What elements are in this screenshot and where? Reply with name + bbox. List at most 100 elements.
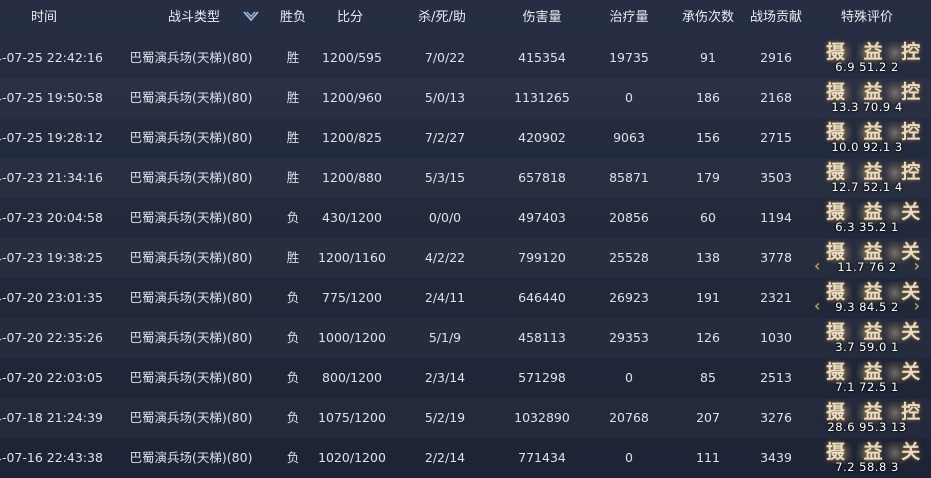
evaluation-numbers: 7.2 58.8 3 (835, 460, 899, 474)
table-row[interactable]: 4-07-20 23:01:35 巴蜀演兵场(天梯)(80) 负 775/1200 2/… (0, 278, 931, 318)
header-contribution: 战场贡献 (749, 10, 802, 25)
cell-evaluation: 摄 益 控 28.6 95.3 13 (812, 398, 922, 438)
cell-result: 负 (286, 370, 300, 385)
evaluation-numbers: 11.7 76 2 (837, 260, 897, 274)
evaluation-badge[interactable]: 摄 益 控 10.0 92.1 3 (812, 118, 922, 158)
cell-hits-taken: 111 (696, 450, 720, 465)
evaluation-numbers: 12.7 52.1 4 (831, 180, 903, 194)
cell-contribution: 2715 (760, 130, 792, 145)
cell-damage: 497403 (518, 210, 566, 225)
cell-hits-taken: 179 (696, 170, 720, 185)
cell-hits-taken: 60 (700, 210, 716, 225)
cell-damage: 799120 (518, 250, 566, 265)
header-type: 战斗类型 (167, 10, 220, 25)
table-row[interactable]: 4-07-20 22:35:26 巴蜀演兵场(天梯)(80) 负 1000/1200 5… (0, 318, 931, 358)
chevron-down-icon[interactable] (243, 10, 259, 24)
cell-time: 4-07-20 23:01:35 (0, 290, 103, 305)
evaluation-badge[interactable]: 摄 益 控 28.6 95.3 13 (812, 398, 922, 438)
cell-damage: 646440 (518, 290, 566, 305)
cell-hits-taken: 186 (696, 90, 720, 105)
table-row[interactable]: 4-07-18 21:24:39 巴蜀演兵场(天梯)(80) 负 1075/1200 5… (0, 398, 931, 438)
cell-battle-type: 巴蜀演兵场(天梯)(80) (129, 90, 253, 105)
cell-heal: 19735 (609, 50, 649, 65)
cell-contribution: 1030 (760, 330, 792, 345)
cell-damage: 771434 (518, 450, 566, 465)
header-result: 胜负 (279, 10, 306, 25)
cell-time: 4-07-25 22:42:16 (0, 50, 103, 65)
cell-battle-type: 巴蜀演兵场(天梯)(80) (129, 370, 253, 385)
table-row[interactable]: 4-07-23 20:04:58 巴蜀演兵场(天梯)(80) 负 430/1200 0/… (0, 198, 931, 238)
cell-heal: 0 (625, 450, 633, 465)
cell-kda: 7/2/27 (424, 130, 466, 145)
cell-score: 1200/595 (322, 50, 382, 65)
cell-evaluation: 摄 益 关 7.1 72.5 1 (812, 358, 922, 398)
cell-damage: 420902 (518, 130, 566, 145)
cell-contribution: 2916 (760, 50, 792, 65)
evaluation-badge[interactable]: ‹ › 摄 益 关 11.7 76 2 (812, 238, 922, 278)
cell-time: 4-07-18 21:24:39 (0, 410, 103, 425)
cell-evaluation: ‹ › 摄 益 关 11.7 76 2 (812, 238, 922, 278)
evaluation-numbers: 7.1 72.5 1 (835, 380, 899, 394)
evaluation-badge[interactable]: 摄 益 关 3.7 59.0 1 (812, 318, 922, 358)
cell-evaluation: 摄 益 关 6.3 35.2 1 (812, 198, 922, 238)
cell-score: 1000/1200 (318, 330, 386, 345)
table-row[interactable]: 4-07-20 22:03:05 巴蜀演兵场(天梯)(80) 负 800/1200 2/… (0, 358, 931, 398)
cell-kda: 4/2/22 (424, 250, 466, 265)
cell-kda: 2/3/14 (424, 370, 466, 385)
evaluation-badge[interactable]: 摄 益 控 6.9 51.2 2 (812, 38, 922, 78)
cell-result: 胜 (286, 50, 300, 65)
cell-kda: 2/4/11 (424, 290, 466, 305)
cell-damage: 657818 (518, 170, 566, 185)
cell-evaluation: 摄 益 关 3.7 59.0 1 (812, 318, 922, 358)
cell-result: 负 (286, 290, 300, 305)
cell-score: 800/1200 (322, 370, 382, 385)
cell-damage: 1032890 (514, 410, 570, 425)
cell-kda: 7/0/22 (424, 50, 466, 65)
cell-hits-taken: 156 (696, 130, 720, 145)
cell-evaluation: 摄 益 控 10.0 92.1 3 (812, 118, 922, 158)
evaluation-badge[interactable]: 摄 益 关 6.3 35.2 1 (812, 198, 922, 238)
table-row[interactable]: 4-07-23 21:34:16 巴蜀演兵场(天梯)(80) 胜 1200/880 5/… (0, 158, 931, 198)
evaluation-badge[interactable]: ‹ › 摄 益 关 9.3 84.5 2 (812, 278, 922, 318)
header-damage: 伤害量 (522, 10, 562, 25)
cell-hits-taken: 126 (696, 330, 720, 345)
cell-heal: 85871 (609, 170, 649, 185)
cell-result: 胜 (286, 250, 300, 265)
table-row[interactable]: 4-07-25 19:50:58 巴蜀演兵场(天梯)(80) 胜 1200/960 5/… (0, 78, 931, 118)
cell-time: 4-07-20 22:35:26 (0, 330, 103, 345)
cell-time: 4-07-25 19:50:58 (0, 90, 103, 105)
cell-heal: 20856 (609, 210, 649, 225)
cell-evaluation: 摄 益 控 13.3 70.9 4 (812, 78, 922, 118)
table-row[interactable]: 4-07-23 19:38:25 巴蜀演兵场(天梯)(80) 胜 1200/1160 4… (0, 238, 931, 278)
cell-time: 4-07-23 20:04:58 (0, 210, 103, 225)
cell-heal: 20768 (609, 410, 649, 425)
cell-damage: 415354 (518, 50, 566, 65)
cell-battle-type: 巴蜀演兵场(天梯)(80) (129, 130, 253, 145)
table-row[interactable]: 4-07-25 19:28:12 巴蜀演兵场(天梯)(80) 胜 1200/825 7/… (0, 118, 931, 158)
evaluation-numbers: 28.6 95.3 13 (827, 420, 907, 434)
cell-contribution: 3503 (760, 170, 792, 185)
cell-heal: 29353 (609, 330, 649, 345)
evaluation-badge[interactable]: 摄 益 关 7.1 72.5 1 (812, 358, 922, 398)
cell-battle-type: 巴蜀演兵场(天梯)(80) (129, 250, 253, 265)
cell-damage: 571298 (518, 370, 566, 385)
evaluation-badge[interactable]: 摄 益 关 7.2 58.8 3 (812, 438, 922, 478)
cell-hits-taken: 207 (696, 410, 720, 425)
table-row[interactable]: 4-07-16 22:43:38 巴蜀演兵场(天梯)(80) 负 1020/1200 2… (0, 438, 931, 478)
evaluation-badge[interactable]: 摄 益 控 13.3 70.9 4 (812, 78, 922, 118)
evaluation-badge[interactable]: 摄 益 控 12.7 52.1 4 (812, 158, 922, 198)
cell-battle-type: 巴蜀演兵场(天梯)(80) (129, 50, 253, 65)
cell-heal: 0 (625, 90, 633, 105)
cell-hits-taken: 138 (696, 250, 720, 265)
cell-contribution: 2168 (760, 90, 792, 105)
cell-damage: 458113 (518, 330, 566, 345)
cell-battle-type: 巴蜀演兵场(天梯)(80) (129, 450, 253, 465)
cell-battle-type: 巴蜀演兵场(天梯)(80) (129, 330, 253, 345)
header-kda: 杀/死/助 (418, 10, 466, 25)
table-row[interactable]: 4-07-25 22:42:16 巴蜀演兵场(天梯)(80) 胜 1200/595 7/… (0, 38, 931, 78)
cell-result: 负 (286, 330, 300, 345)
cell-hits-taken: 191 (696, 290, 720, 305)
cell-contribution: 2321 (760, 290, 792, 305)
header-evaluation: 特殊评价 (840, 10, 893, 25)
cell-kda: 5/1/9 (428, 330, 462, 345)
